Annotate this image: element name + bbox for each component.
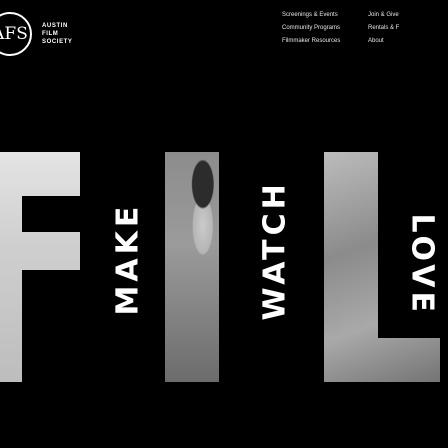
afs-logo[interactable]: AFS AUSTIN FILM SOCIETY [0,12,73,56]
logo-line-film: FILM [42,31,59,37]
logo-line-society: SOCIETY [42,39,73,45]
hero-letter-f [0,152,80,382]
hero-photo-i [165,152,219,382]
nav-filmmaker-resources[interactable]: Filmmaker Resources [282,38,368,44]
letter-f-cutout [22,270,80,382]
hero-word-love[interactable]: LOVE [405,214,440,316]
logo-wordmark: AUSTIN FILM SOCIETY [42,22,73,46]
logo-line-austin: AUSTIN [42,23,68,29]
nav-screenings-events[interactable]: Screenings & Events [282,12,368,18]
hero-letter-i [165,152,219,382]
hero-word-watch[interactable]: WATCH [258,180,293,320]
nav-about[interactable]: About [368,38,448,44]
nav-community-programs[interactable]: Community Programs [282,25,368,31]
main-nav: Screenings & Events Join & Give Communit… [282,12,448,44]
nav-rentals[interactable]: Rentals & F [368,25,448,31]
hero-word-make[interactable]: MAKE [111,203,146,316]
letter-f-cutout [22,196,80,232]
logo-mark: AFS [0,12,32,56]
nav-join-give[interactable]: Join & Give [368,12,448,18]
